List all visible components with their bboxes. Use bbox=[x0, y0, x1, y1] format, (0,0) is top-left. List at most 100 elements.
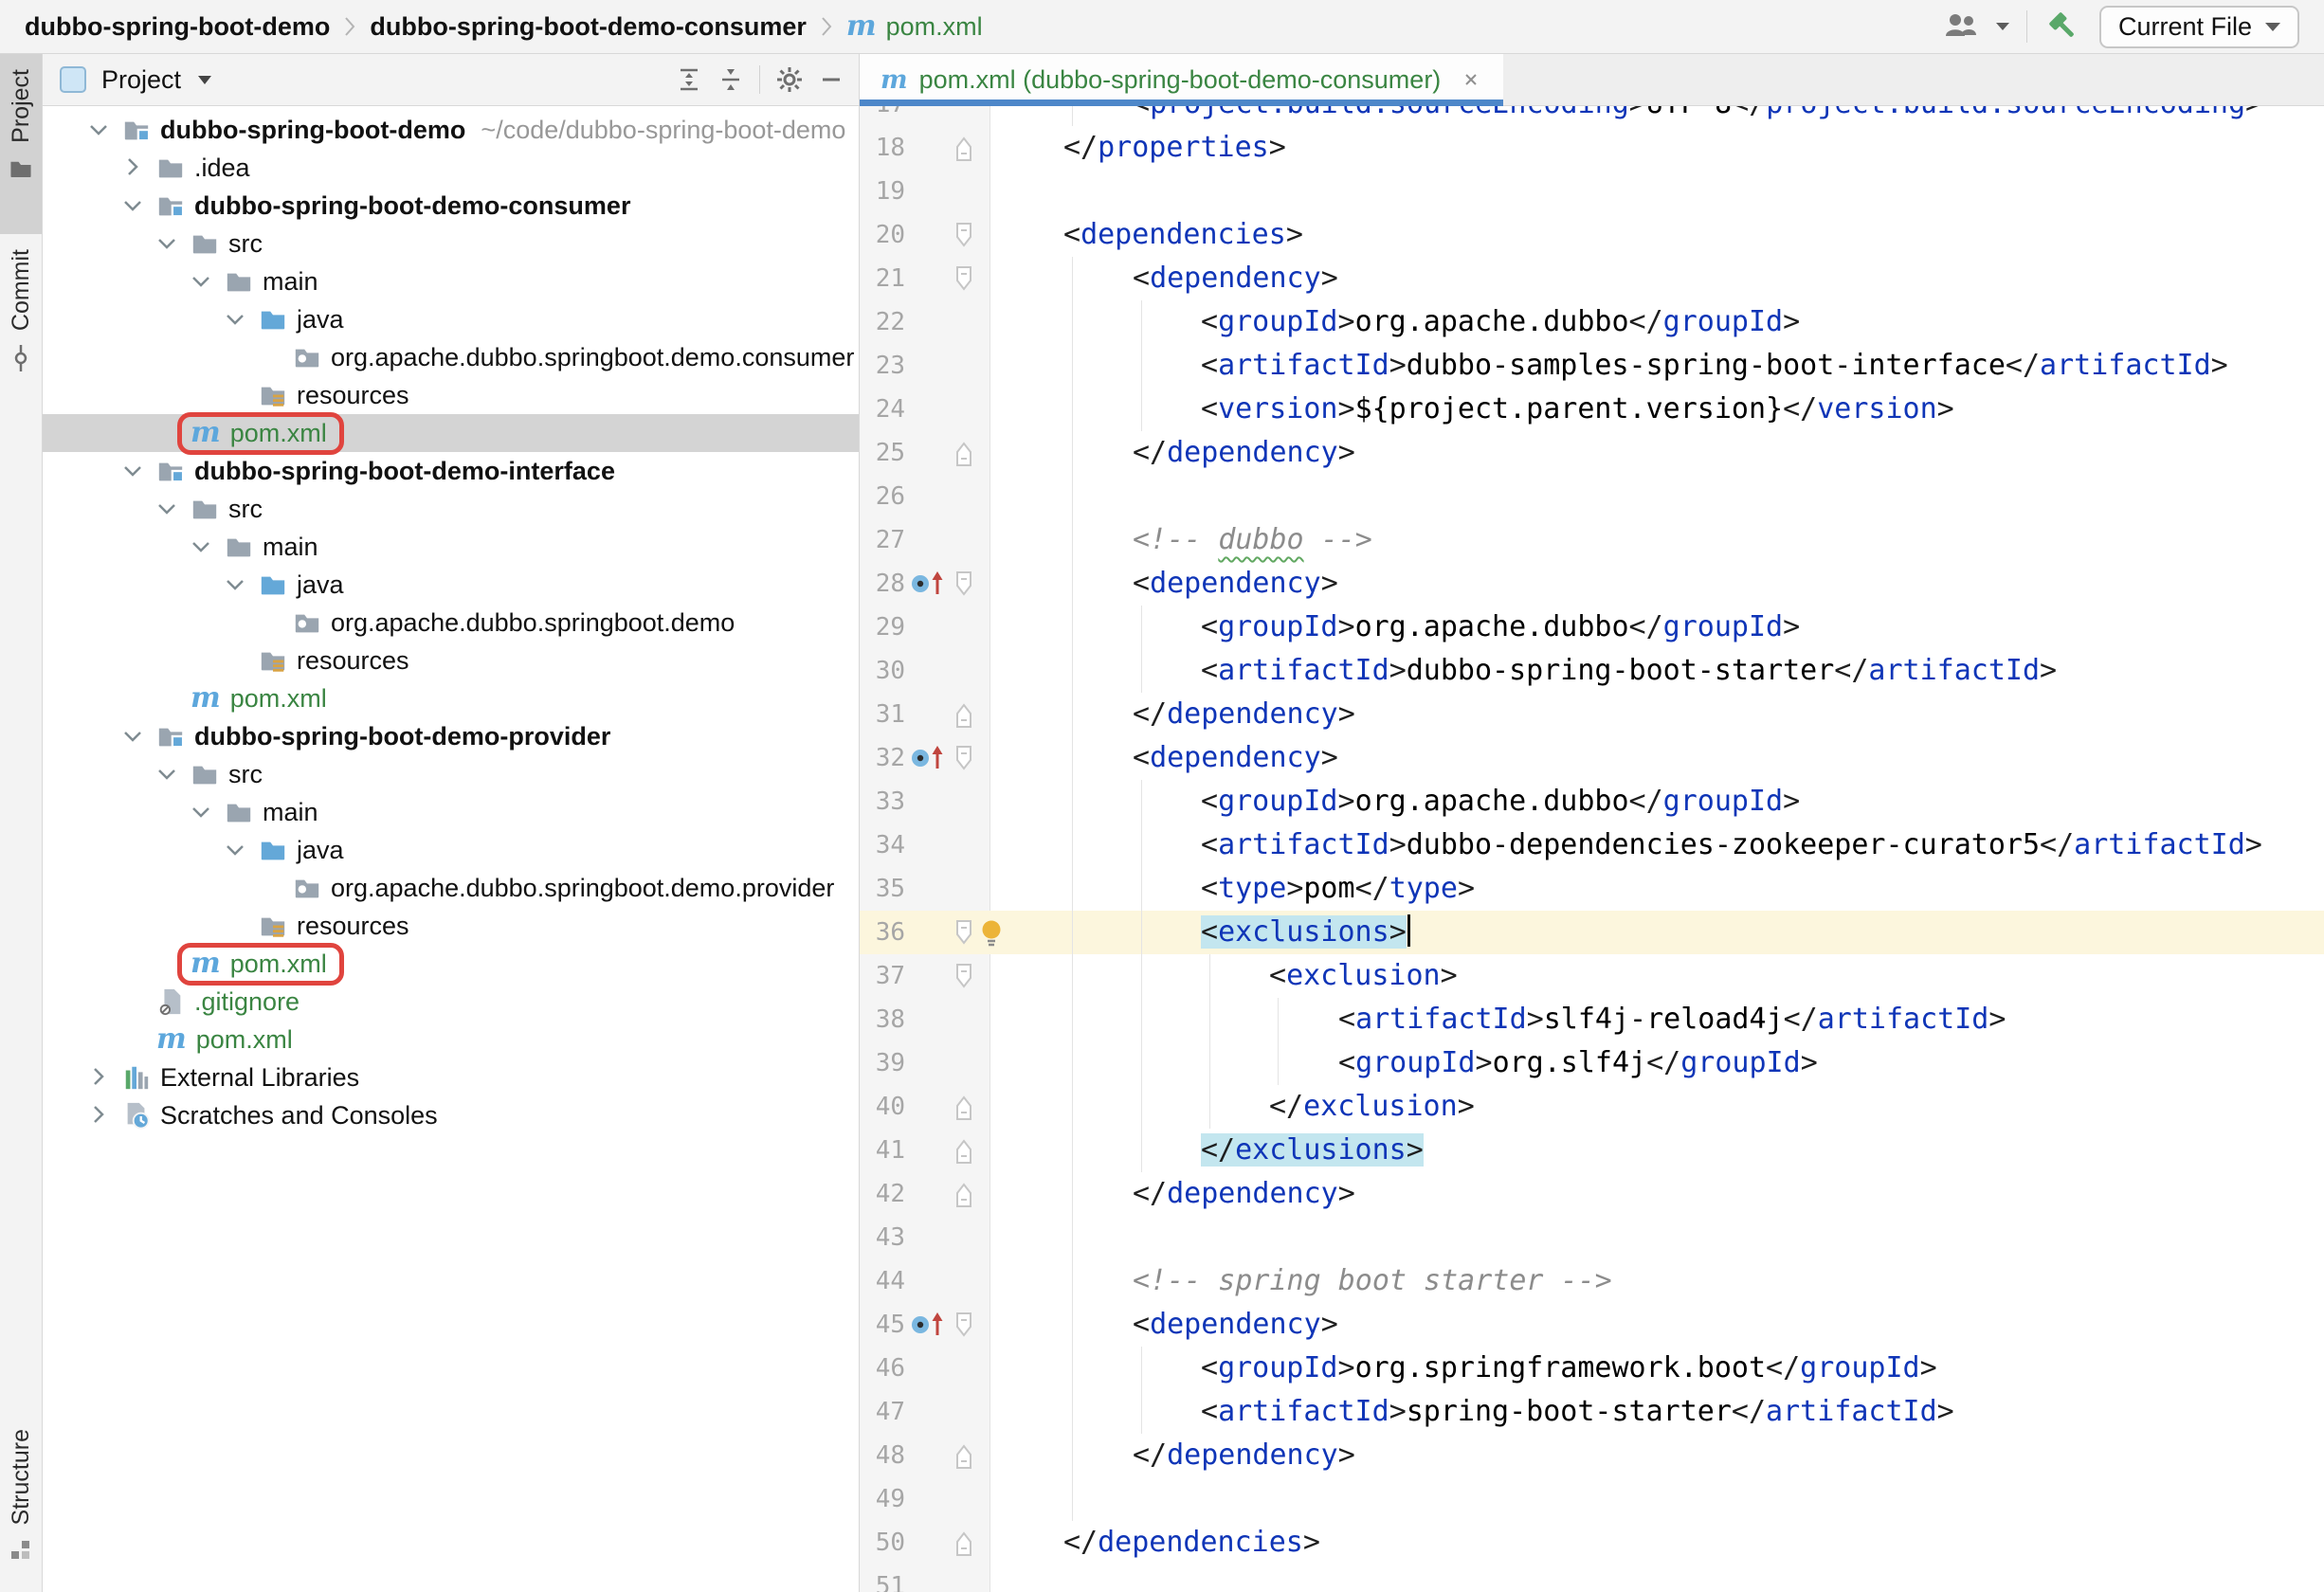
fold-marker-up-icon[interactable] bbox=[953, 135, 975, 162]
expand-all-icon[interactable] bbox=[676, 66, 702, 93]
settings-gear-icon[interactable] bbox=[775, 65, 804, 94]
line-number[interactable]: 49 bbox=[860, 1477, 905, 1521]
maven-overridden-dependency-icon[interactable] bbox=[909, 569, 949, 599]
fold-marker-up-icon[interactable] bbox=[953, 1529, 975, 1557]
tree-item-content[interactable]: mpom.xml bbox=[153, 1025, 297, 1055]
line-number[interactable]: 30 bbox=[860, 649, 905, 693]
line-number[interactable]: 35 bbox=[860, 867, 905, 911]
tree-item-pom.xml[interactable]: mpom.xml bbox=[43, 945, 859, 983]
line-number[interactable]: 47 bbox=[860, 1390, 905, 1434]
fold-marker-down-icon[interactable] bbox=[953, 222, 975, 249]
tree-item-content[interactable]: org.apache.dubbo.springboot.demo bbox=[289, 608, 738, 638]
line-number[interactable]: 37 bbox=[860, 954, 905, 998]
tree-item-pom.xml[interactable]: mpom.xml bbox=[43, 1021, 859, 1058]
breadcrumb-item-project[interactable]: dubbo-spring-boot-demo bbox=[25, 12, 330, 42]
fold-marker-down-icon[interactable] bbox=[953, 1312, 975, 1339]
chevron-down-icon[interactable] bbox=[189, 269, 213, 294]
line-number[interactable]: 38 bbox=[860, 998, 905, 1041]
line-number[interactable]: 50 bbox=[860, 1521, 905, 1565]
tree-item-dubbo-spring-boot-demo-provider[interactable]: dubbo-spring-boot-demo-provider bbox=[43, 717, 859, 755]
fold-marker-up-icon[interactable] bbox=[953, 1137, 975, 1165]
line-number[interactable]: 22 bbox=[860, 300, 905, 344]
breadcrumb-item-file[interactable]: m pom.xml bbox=[846, 12, 983, 42]
tree-item-content[interactable]: .gitignore bbox=[153, 987, 303, 1017]
tree-item-content[interactable]: External Libraries bbox=[118, 1063, 363, 1093]
tree-item-org.apache.dubbo.springboot.demo[interactable]: org.apache.dubbo.springboot.demo bbox=[43, 604, 859, 642]
chevron-down-icon[interactable] bbox=[154, 762, 179, 787]
tree-item-resources[interactable]: resources bbox=[43, 376, 859, 414]
tree-item-content[interactable]: mpom.xml bbox=[187, 684, 331, 714]
chevron-down-icon[interactable] bbox=[223, 307, 247, 332]
chevron-right-icon[interactable] bbox=[86, 1065, 111, 1090]
chevron-down-icon[interactable] bbox=[120, 193, 145, 218]
tree-item-content[interactable]: dubbo-spring-boot-demo bbox=[118, 116, 469, 145]
line-number[interactable]: 20 bbox=[860, 213, 905, 257]
tree-item-content[interactable]: java bbox=[255, 570, 348, 600]
tree-item-content[interactable]: resources bbox=[255, 912, 413, 941]
chevron-right-icon[interactable] bbox=[120, 155, 145, 180]
tree-item-org.apache.dubbo.springboot.demo.consumer[interactable]: org.apache.dubbo.springboot.demo.consume… bbox=[43, 338, 859, 376]
line-number[interactable]: 17 bbox=[860, 106, 905, 126]
line-number[interactable]: 41 bbox=[860, 1129, 905, 1172]
tree-item-resources[interactable]: resources bbox=[43, 642, 859, 679]
tree-item-dubbo-spring-boot-demo-interface[interactable]: dubbo-spring-boot-demo-interface bbox=[43, 452, 859, 490]
line-number[interactable]: 46 bbox=[860, 1347, 905, 1390]
line-number[interactable]: 26 bbox=[860, 475, 905, 518]
tree-item-src[interactable]: src bbox=[43, 490, 859, 528]
tree-item-content[interactable]: src bbox=[187, 495, 266, 524]
tree-item-main[interactable]: main bbox=[43, 793, 859, 831]
line-number[interactable]: 32 bbox=[860, 736, 905, 780]
line-number[interactable]: 29 bbox=[860, 606, 905, 649]
tree-item-resources[interactable]: resources bbox=[43, 907, 859, 945]
line-number[interactable]: 28 bbox=[860, 562, 905, 606]
tree-item-content[interactable]: dubbo-spring-boot-demo-consumer bbox=[153, 191, 634, 221]
line-number[interactable]: 43 bbox=[860, 1216, 905, 1259]
tree-item-src[interactable]: src bbox=[43, 225, 859, 262]
tree-item-java[interactable]: java bbox=[43, 566, 859, 604]
collapse-all-icon[interactable] bbox=[717, 66, 744, 93]
breadcrumb-item-module[interactable]: dubbo-spring-boot-demo-consumer bbox=[370, 12, 806, 42]
line-number[interactable]: 48 bbox=[860, 1434, 905, 1477]
tree-item-content[interactable]: java bbox=[255, 305, 348, 335]
line-number[interactable]: 45 bbox=[860, 1303, 905, 1347]
maven-overridden-dependency-icon[interactable] bbox=[909, 1310, 949, 1340]
line-number[interactable]: 25 bbox=[860, 431, 905, 475]
line-number[interactable]: 34 bbox=[860, 823, 905, 867]
chevron-down-icon[interactable] bbox=[223, 572, 247, 597]
annotated-tree-item[interactable]: mpom.xml bbox=[187, 950, 331, 979]
line-number[interactable]: 27 bbox=[860, 518, 905, 562]
tree-item-java[interactable]: java bbox=[43, 300, 859, 338]
tree-item-content[interactable]: resources bbox=[255, 381, 413, 410]
tree-item-content[interactable]: src bbox=[187, 229, 266, 259]
close-icon[interactable] bbox=[1460, 68, 1482, 91]
line-number[interactable]: 40 bbox=[860, 1085, 905, 1129]
tree-item-content[interactable]: org.apache.dubbo.springboot.demo.consume… bbox=[289, 343, 858, 372]
tree-item-content[interactable]: main bbox=[221, 798, 322, 827]
tree-item-content[interactable]: resources bbox=[255, 646, 413, 676]
tree-item-content[interactable]: Scratches and Consoles bbox=[118, 1101, 442, 1131]
build-project-button[interactable] bbox=[2044, 8, 2082, 45]
tool-window-tab-structure[interactable]: Structure bbox=[0, 1414, 42, 1583]
tree-item-pom.xml[interactable]: mpom.xml bbox=[43, 679, 859, 717]
tree-item-org.apache.dubbo.springboot.demo.provider[interactable]: org.apache.dubbo.springboot.demo.provide… bbox=[43, 869, 859, 907]
line-number[interactable]: 33 bbox=[860, 780, 905, 823]
line-number[interactable]: 18 bbox=[860, 126, 905, 170]
tree-item-.idea[interactable]: .idea bbox=[43, 149, 859, 187]
tree-item-content[interactable]: .idea bbox=[153, 154, 254, 183]
chevron-down-icon[interactable] bbox=[154, 497, 179, 521]
tree-item-.gitignore[interactable]: .gitignore bbox=[43, 983, 859, 1021]
chevron-down-icon[interactable] bbox=[189, 800, 213, 824]
line-number[interactable]: 36 bbox=[860, 911, 905, 954]
tree-item-content[interactable]: main bbox=[221, 533, 322, 562]
tool-window-tab-project[interactable]: Project bbox=[0, 54, 42, 234]
line-number[interactable]: 23 bbox=[860, 344, 905, 388]
fold-marker-up-icon[interactable] bbox=[953, 440, 975, 467]
fold-marker-down-icon[interactable] bbox=[953, 963, 975, 990]
tool-window-tab-commit[interactable]: Commit bbox=[0, 234, 42, 412]
line-number[interactable]: 51 bbox=[860, 1565, 905, 1592]
line-number[interactable]: 24 bbox=[860, 388, 905, 431]
tree-item-dubbo-spring-boot-demo[interactable]: dubbo-spring-boot-demo~/code/dubbo-sprin… bbox=[43, 111, 859, 149]
chevron-down-icon[interactable] bbox=[120, 724, 145, 749]
tree-item-content[interactable]: org.apache.dubbo.springboot.demo.provide… bbox=[289, 874, 838, 903]
chevron-down-icon[interactable] bbox=[120, 459, 145, 483]
